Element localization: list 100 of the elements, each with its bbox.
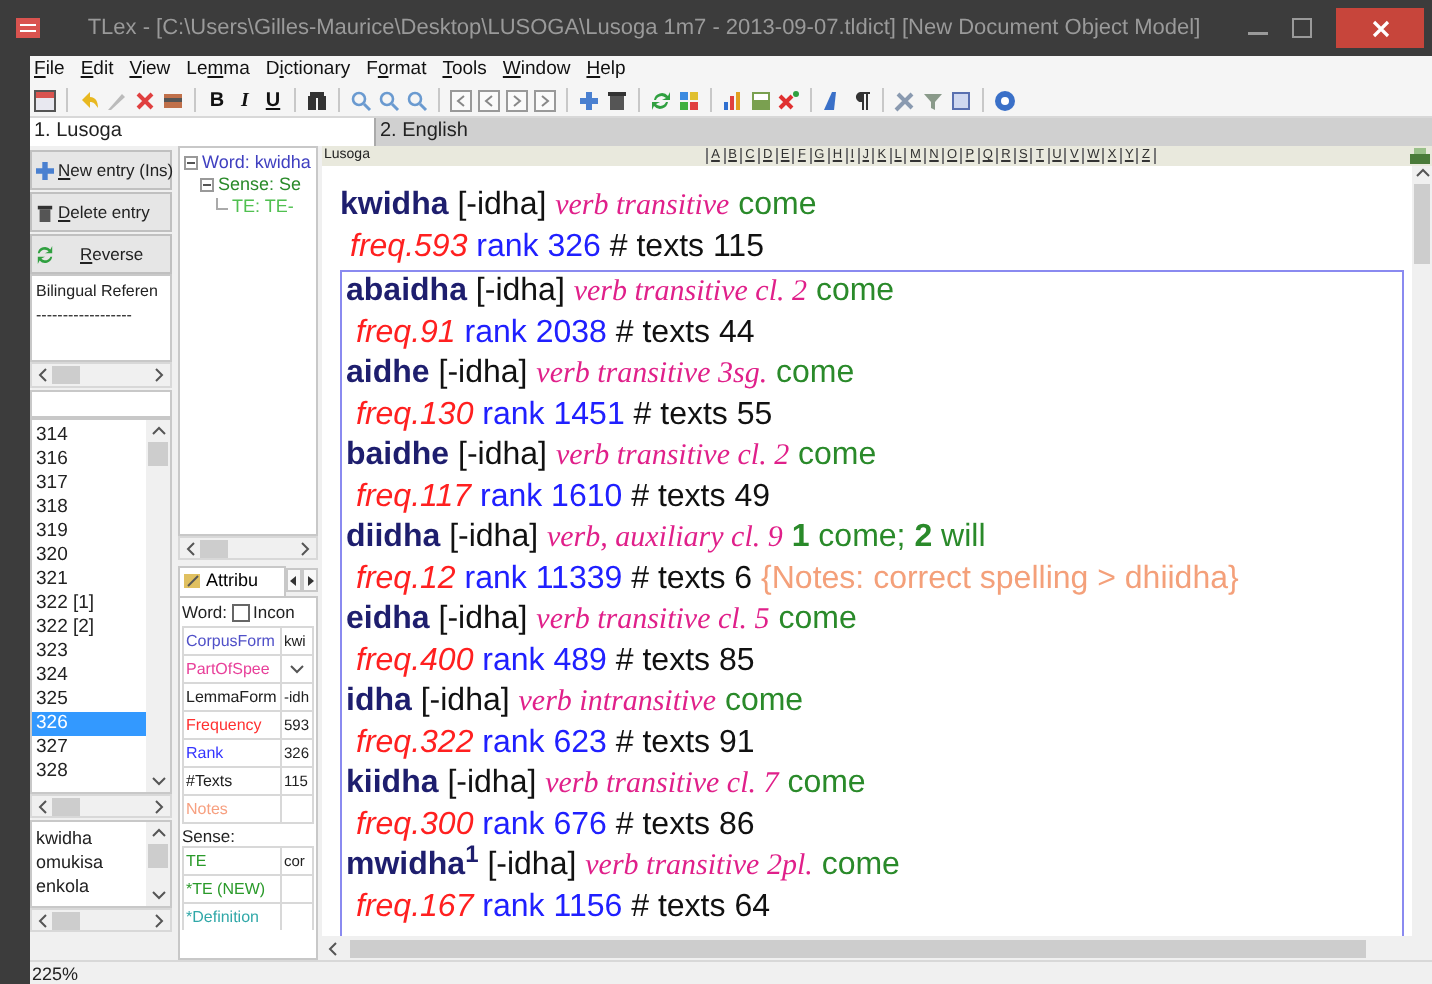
chevron-right-icon[interactable] bbox=[154, 913, 164, 927]
card-icon[interactable] bbox=[162, 89, 184, 111]
trash-icon[interactable] bbox=[606, 89, 628, 111]
action-button[interactable]: Reverse bbox=[30, 234, 172, 274]
zoom-out-icon[interactable] bbox=[378, 89, 400, 111]
refresh-icon[interactable] bbox=[650, 89, 672, 111]
language-tab[interactable]: 2. English bbox=[374, 118, 1432, 146]
chevron-left-icon[interactable] bbox=[328, 941, 338, 955]
lemma-list-item[interactable]: 318 bbox=[32, 496, 146, 520]
word-list-item[interactable]: kwidha bbox=[32, 826, 146, 850]
horizontal-scrollbar[interactable] bbox=[30, 908, 172, 932]
horizontal-scrollbar[interactable] bbox=[30, 362, 172, 388]
attribute-field[interactable] bbox=[280, 876, 314, 902]
attribute-field[interactable] bbox=[280, 904, 314, 930]
action-button[interactable]: New entry (Ins) bbox=[30, 150, 172, 190]
menu-item[interactable]: Window bbox=[502, 55, 571, 85]
lemma-list-item[interactable]: 325 bbox=[32, 688, 146, 712]
puzzle-icon[interactable] bbox=[678, 89, 700, 111]
attributes-tab[interactable]: Attribu bbox=[178, 565, 286, 595]
checkbox[interactable] bbox=[231, 604, 250, 622]
binoculars-icon[interactable] bbox=[306, 89, 328, 111]
scrollbar-thumb[interactable] bbox=[52, 366, 80, 384]
tab-scroll-left-button[interactable] bbox=[286, 568, 302, 592]
chevron-left-icon[interactable] bbox=[38, 368, 48, 382]
collapse-icon[interactable] bbox=[200, 178, 214, 192]
tree-node[interactable]: Sense: Se bbox=[218, 174, 302, 196]
menu-item[interactable]: File bbox=[34, 55, 65, 85]
zoom-in-icon[interactable] bbox=[350, 89, 372, 111]
scrollbar-thumb[interactable] bbox=[148, 844, 168, 868]
chevron-up-icon[interactable] bbox=[151, 426, 165, 436]
lemma-list-item[interactable]: 322 [2] bbox=[32, 616, 146, 640]
chevron-down-icon[interactable] bbox=[151, 776, 165, 786]
menu-item[interactable]: Tools bbox=[442, 55, 487, 85]
tools-icon[interactable] bbox=[894, 89, 916, 111]
vertical-scrollbar[interactable] bbox=[146, 822, 170, 906]
close-button[interactable] bbox=[1336, 8, 1424, 48]
table-icon[interactable] bbox=[750, 89, 772, 111]
chevron-right-icon[interactable] bbox=[154, 799, 164, 813]
format-button[interactable]: U bbox=[262, 89, 284, 111]
lemma-list-item[interactable]: 319 bbox=[32, 520, 146, 544]
menu-item[interactable]: Format bbox=[366, 55, 427, 85]
filter-icon[interactable] bbox=[922, 89, 944, 111]
help-icon[interactable] bbox=[994, 89, 1016, 111]
chevron-right-icon[interactable] bbox=[300, 541, 310, 555]
plus-icon[interactable] bbox=[578, 89, 600, 111]
search-field[interactable] bbox=[30, 390, 172, 418]
paragraph-icon[interactable] bbox=[850, 89, 872, 111]
chevron-left-icon[interactable] bbox=[186, 541, 196, 555]
menu-item[interactable]: View bbox=[129, 55, 171, 85]
menu-item[interactable]: Edit bbox=[80, 55, 114, 85]
zoom-icon[interactable] bbox=[406, 89, 428, 111]
lemma-list-item[interactable]: 317 bbox=[32, 472, 146, 496]
lemma-list-item[interactable]: 328 bbox=[32, 760, 146, 784]
next-icon[interactable] bbox=[506, 89, 528, 111]
word-list-item[interactable]: omukisa bbox=[32, 850, 146, 874]
chevron-up-icon[interactable] bbox=[151, 828, 165, 838]
language-tab[interactable]: 1. Lusoga bbox=[30, 118, 374, 146]
format-button[interactable]: B bbox=[206, 89, 228, 111]
lemma-list-item[interactable]: 314 bbox=[32, 424, 146, 448]
format-button[interactable]: I bbox=[234, 89, 256, 111]
scrollbar-thumb[interactable] bbox=[1414, 184, 1430, 264]
attribute-field[interactable] bbox=[280, 796, 314, 822]
chevron-left-icon[interactable] bbox=[38, 913, 48, 927]
first-icon[interactable] bbox=[450, 89, 472, 111]
lemma-list-item[interactable]: 323 bbox=[32, 640, 146, 664]
scrollbar-thumb[interactable] bbox=[350, 939, 1366, 957]
menu-item[interactable]: Lemma bbox=[186, 55, 250, 85]
chevron-up-icon[interactable] bbox=[1415, 168, 1429, 178]
horizontal-scrollbar[interactable] bbox=[178, 536, 318, 560]
bar-chart-icon[interactable] bbox=[722, 89, 744, 111]
horizontal-scrollbar[interactable] bbox=[30, 794, 172, 818]
chevron-right-icon[interactable] bbox=[154, 368, 164, 382]
menu-item[interactable]: Help bbox=[586, 55, 626, 85]
lemma-list-item[interactable]: 316 bbox=[32, 448, 146, 472]
document-icon[interactable] bbox=[950, 89, 972, 111]
maximize-icon[interactable] bbox=[1292, 18, 1312, 38]
lemma-list-item[interactable]: 322 [1] bbox=[32, 592, 146, 616]
last-icon[interactable] bbox=[534, 89, 556, 111]
scrollbar-thumb[interactable] bbox=[52, 911, 80, 929]
printer-icon[interactable] bbox=[1410, 148, 1430, 164]
chevron-down-icon[interactable] bbox=[151, 890, 165, 900]
lemma-list-item[interactable]: 327 bbox=[32, 736, 146, 760]
lemma-list-item[interactable]: 321 bbox=[32, 568, 146, 592]
lemma-list-item[interactable]: 324 bbox=[32, 664, 146, 688]
save-icon[interactable] bbox=[34, 89, 56, 111]
scrollbar-thumb[interactable] bbox=[148, 442, 168, 466]
scrollbar-thumb[interactable] bbox=[52, 797, 80, 815]
attribute-field[interactable] bbox=[280, 656, 314, 682]
vertical-scrollbar[interactable] bbox=[146, 420, 170, 792]
action-button[interactable]: Delete entry bbox=[30, 192, 172, 232]
delete-icon[interactable] bbox=[134, 89, 156, 111]
collapse-icon[interactable] bbox=[184, 156, 198, 170]
scrollbar-thumb[interactable] bbox=[200, 539, 228, 557]
tree-node[interactable]: Word: kwidha bbox=[202, 152, 311, 174]
menu-item[interactable]: Dictionary bbox=[265, 55, 351, 85]
word-list-item[interactable]: enkola bbox=[32, 874, 146, 898]
lemma-list-item[interactable]: 320 bbox=[32, 544, 146, 568]
remove-icon[interactable] bbox=[778, 89, 800, 111]
previous-icon[interactable] bbox=[478, 89, 500, 111]
tab-scroll-right-button[interactable] bbox=[302, 568, 318, 592]
